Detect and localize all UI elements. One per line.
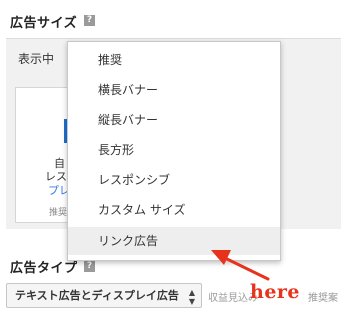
annotation-here-text: here — [250, 281, 301, 303]
ad-settings-screen: 広告サイズ ? 表示中 自 レス プレ 推奨 広告タイプ ? テキスト広告とディ… — [0, 0, 341, 325]
red-arrow-icon — [211, 250, 270, 281]
